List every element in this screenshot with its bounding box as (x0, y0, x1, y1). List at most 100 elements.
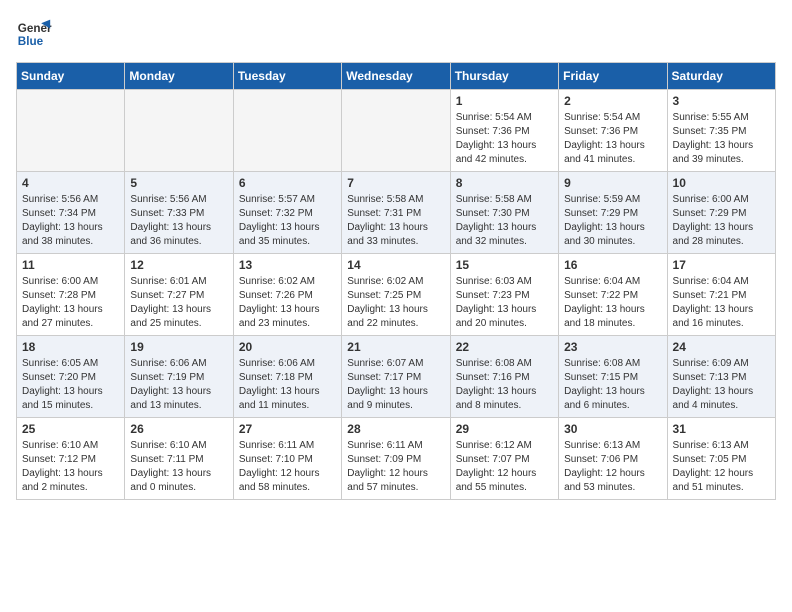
calendar-cell: 13Sunrise: 6:02 AM Sunset: 7:26 PM Dayli… (233, 254, 341, 336)
day-info: Sunrise: 6:00 AM Sunset: 7:28 PM Dayligh… (22, 275, 119, 331)
calendar-cell: 3 Sunrise: 5:55 AM Sunset: 7:35 PM Daylig… (667, 90, 775, 172)
day-number: 24 (673, 340, 770, 354)
day-info: Sunrise: 6:12 AM Sunset: 7:07 PM Dayligh… (456, 439, 553, 495)
day-info: Sunrise: 6:05 AM Sunset: 7:20 PM Dayligh… (22, 357, 119, 413)
week-row-3: 11 Sunrise: 6:00 AM Sunset: 7:28 PM Dayli… (17, 254, 776, 336)
day-info: Sunrise: 6:08 AM Sunset: 7:16 PM Dayligh… (456, 357, 553, 413)
day-info: Sunrise: 6:04 AM Sunset: 7:22 PM Dayligh… (564, 275, 661, 331)
day-number: 8 (456, 176, 553, 190)
calendar-cell: 23 Sunrise: 6:08 AM Sunset: 7:15 PM Dayli… (559, 336, 667, 418)
day-number: 17 (673, 258, 770, 272)
day-info: Sunrise: 6:07 AM Sunset: 7:17 PM Dayligh… (347, 357, 444, 413)
day-number: 29 (456, 422, 553, 436)
day-number: 23 (564, 340, 661, 354)
calendar-cell: 16 Sunrise: 6:04 AM Sunset: 7:22 PM Dayli… (559, 254, 667, 336)
day-number: 22 (456, 340, 553, 354)
calendar-cell (233, 90, 341, 172)
day-number: 18 (22, 340, 119, 354)
day-info: Sunrise: 5:55 AM Sunset: 7:35 PM Dayligh… (673, 111, 770, 167)
day-info: Sunrise: 6:02 AM Sunset: 7:25 PM Dayligh… (347, 275, 444, 331)
logo: General Blue (16, 16, 52, 52)
header: General Blue (16, 16, 776, 52)
calendar-cell (125, 90, 233, 172)
day-number: 6 (239, 176, 336, 190)
week-row-4: 18 Sunrise: 6:05 AM Sunset: 7:20 PM Dayli… (17, 336, 776, 418)
day-info: Sunrise: 6:10 AM Sunset: 7:12 PM Dayligh… (22, 439, 119, 495)
day-info: Sunrise: 6:11 AM Sunset: 7:09 PM Dayligh… (347, 439, 444, 495)
calendar-cell: 18 Sunrise: 6:05 AM Sunset: 7:20 PM Dayli… (17, 336, 125, 418)
day-info: Sunrise: 5:54 AM Sunset: 7:36 PM Dayligh… (456, 111, 553, 167)
day-number: 21 (347, 340, 444, 354)
day-number: 19 (130, 340, 227, 354)
calendar-cell: 19 Sunrise: 6:06 AM Sunset: 7:19 PM Dayli… (125, 336, 233, 418)
calendar-cell: 15 Sunrise: 6:03 AM Sunset: 7:23 PM Dayli… (450, 254, 558, 336)
day-header-wednesday: Wednesday (342, 63, 450, 90)
day-number: 27 (239, 422, 336, 436)
day-number: 25 (22, 422, 119, 436)
calendar-cell: 25 Sunrise: 6:10 AM Sunset: 7:12 PM Dayli… (17, 418, 125, 500)
day-header-sunday: Sunday (17, 63, 125, 90)
calendar-cell: 1 Sunrise: 5:54 AM Sunset: 7:36 PM Daylig… (450, 90, 558, 172)
calendar-cell: 17 Sunrise: 6:04 AM Sunset: 7:21 PM Dayli… (667, 254, 775, 336)
day-number: 15 (456, 258, 553, 272)
day-info: Sunrise: 5:59 AM Sunset: 7:29 PM Dayligh… (564, 193, 661, 249)
day-number: 30 (564, 422, 661, 436)
calendar-cell: 12Sunrise: 6:01 AM Sunset: 7:27 PM Dayli… (125, 254, 233, 336)
day-number: 1 (456, 94, 553, 108)
logo-icon: General Blue (16, 16, 52, 52)
day-info: Sunrise: 6:06 AM Sunset: 7:18 PM Dayligh… (239, 357, 336, 413)
day-header-monday: Monday (125, 63, 233, 90)
day-info: Sunrise: 6:11 AM Sunset: 7:10 PM Dayligh… (239, 439, 336, 495)
day-info: Sunrise: 6:08 AM Sunset: 7:15 PM Dayligh… (564, 357, 661, 413)
calendar-cell: 29 Sunrise: 6:12 AM Sunset: 7:07 PM Dayli… (450, 418, 558, 500)
day-number: 12 (130, 258, 227, 272)
day-info: Sunrise: 6:03 AM Sunset: 7:23 PM Dayligh… (456, 275, 553, 331)
calendar-cell: 7Sunrise: 5:58 AM Sunset: 7:31 PM Daylig… (342, 172, 450, 254)
day-number: 14 (347, 258, 444, 272)
day-header-thursday: Thursday (450, 63, 558, 90)
calendar-cell: 30 Sunrise: 6:13 AM Sunset: 7:06 PM Dayli… (559, 418, 667, 500)
day-info: Sunrise: 6:13 AM Sunset: 7:05 PM Dayligh… (673, 439, 770, 495)
day-number: 26 (130, 422, 227, 436)
day-number: 3 (673, 94, 770, 108)
day-number: 4 (22, 176, 119, 190)
day-number: 28 (347, 422, 444, 436)
calendar-cell: 10Sunrise: 6:00 AM Sunset: 7:29 PM Dayli… (667, 172, 775, 254)
day-number: 11 (22, 258, 119, 272)
calendar-cell: 2Sunrise: 5:54 AM Sunset: 7:36 PM Daylig… (559, 90, 667, 172)
calendar-cell: 27 Sunrise: 6:11 AM Sunset: 7:10 PM Dayli… (233, 418, 341, 500)
calendar-cell: 8 Sunrise: 5:58 AM Sunset: 7:30 PM Daylig… (450, 172, 558, 254)
calendar-cell: 20Sunrise: 6:06 AM Sunset: 7:18 PM Dayli… (233, 336, 341, 418)
day-info: Sunrise: 5:56 AM Sunset: 7:33 PM Dayligh… (130, 193, 227, 249)
week-row-2: 4 Sunrise: 5:56 AM Sunset: 7:34 PM Daylig… (17, 172, 776, 254)
calendar-cell: 24 Sunrise: 6:09 AM Sunset: 7:13 PM Dayli… (667, 336, 775, 418)
day-header-friday: Friday (559, 63, 667, 90)
day-info: Sunrise: 5:58 AM Sunset: 7:30 PM Dayligh… (456, 193, 553, 249)
calendar-cell: 6Sunrise: 5:57 AM Sunset: 7:32 PM Daylig… (233, 172, 341, 254)
day-number: 10 (673, 176, 770, 190)
week-row-5: 25 Sunrise: 6:10 AM Sunset: 7:12 PM Dayli… (17, 418, 776, 500)
calendar-cell (342, 90, 450, 172)
header-row: SundayMondayTuesdayWednesdayThursdayFrid… (17, 63, 776, 90)
day-info: Sunrise: 6:13 AM Sunset: 7:06 PM Dayligh… (564, 439, 661, 495)
calendar-cell: 21 Sunrise: 6:07 AM Sunset: 7:17 PM Dayli… (342, 336, 450, 418)
day-info: Sunrise: 6:09 AM Sunset: 7:13 PM Dayligh… (673, 357, 770, 413)
day-number: 31 (673, 422, 770, 436)
day-header-tuesday: Tuesday (233, 63, 341, 90)
day-info: Sunrise: 6:06 AM Sunset: 7:19 PM Dayligh… (130, 357, 227, 413)
day-number: 9 (564, 176, 661, 190)
day-info: Sunrise: 6:04 AM Sunset: 7:21 PM Dayligh… (673, 275, 770, 331)
calendar-cell (17, 90, 125, 172)
day-number: 7 (347, 176, 444, 190)
day-info: Sunrise: 6:10 AM Sunset: 7:11 PM Dayligh… (130, 439, 227, 495)
calendar-cell: 11 Sunrise: 6:00 AM Sunset: 7:28 PM Dayli… (17, 254, 125, 336)
calendar-cell: 22 Sunrise: 6:08 AM Sunset: 7:16 PM Dayli… (450, 336, 558, 418)
day-number: 16 (564, 258, 661, 272)
day-number: 5 (130, 176, 227, 190)
calendar-table: SundayMondayTuesdayWednesdayThursdayFrid… (16, 62, 776, 500)
day-number: 2 (564, 94, 661, 108)
day-info: Sunrise: 5:56 AM Sunset: 7:34 PM Dayligh… (22, 193, 119, 249)
svg-text:Blue: Blue (18, 35, 44, 48)
calendar-cell: 4 Sunrise: 5:56 AM Sunset: 7:34 PM Daylig… (17, 172, 125, 254)
calendar-cell: 9 Sunrise: 5:59 AM Sunset: 7:29 PM Daylig… (559, 172, 667, 254)
